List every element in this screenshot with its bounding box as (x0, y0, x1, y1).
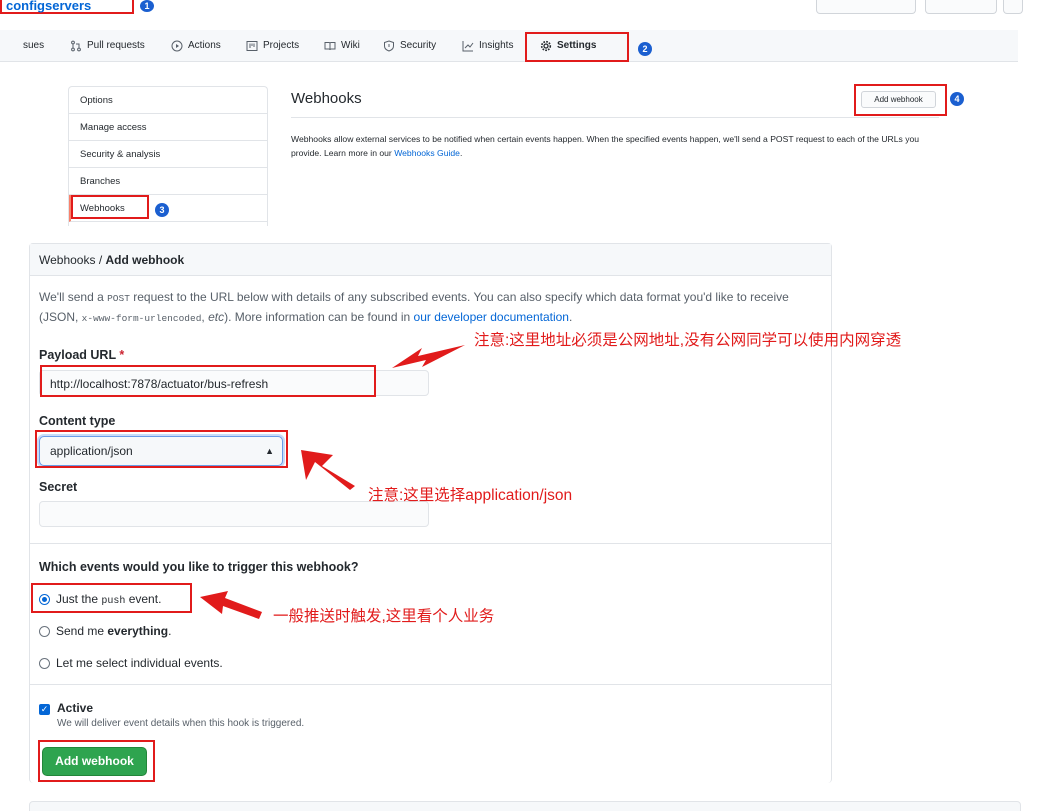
tab-insights[interactable]: Insights (462, 30, 513, 61)
payload-url-input[interactable]: http://localhost:7878/actuator/bus-refre… (39, 370, 429, 396)
tab-projects-label: Projects (263, 40, 300, 51)
payload-url-label-text: Payload URL (39, 348, 116, 362)
tab-pull-requests[interactable]: Pull requests (70, 30, 145, 61)
form-intro-text: We'll send a POST request to the URL bel… (39, 288, 824, 328)
annotation-note-content-type: 注意:这里选择application/json (368, 487, 573, 504)
developer-docs-link[interactable]: our developer documentation (414, 310, 569, 324)
tab-issues[interactable]: sues (23, 30, 44, 61)
intro-etc: etc (208, 310, 225, 324)
menu-item-security-analysis[interactable]: Security & analysis (69, 141, 267, 168)
webhooks-guide-link[interactable]: Webhooks Guide (394, 148, 460, 158)
intro-part-4: ). More information can be found in (224, 310, 414, 324)
event-everything-label: Send me everything. (56, 624, 171, 638)
play-icon (171, 40, 183, 51)
submit-add-webhook-button[interactable]: Add webhook (42, 747, 147, 776)
intro-part-5: . (568, 310, 573, 324)
event-push-code: push (101, 596, 126, 607)
webhooks-description: Webhooks allow external services to be n… (291, 132, 951, 160)
event-option-select[interactable]: Let me select individual events. (39, 656, 223, 670)
tab-security[interactable]: Security (383, 30, 436, 61)
breadcrumb-parent[interactable]: Webhooks / (39, 253, 105, 267)
active-note: We will deliver event details when this … (57, 718, 305, 729)
content-type-select[interactable]: application/json ▲ (39, 436, 283, 466)
active-checkbox[interactable]: ✓ (39, 704, 50, 715)
radio-select[interactable] (39, 657, 50, 669)
active-label: Active (57, 701, 94, 715)
radio-everything[interactable] (39, 625, 50, 637)
webhooks-title: Webhooks (291, 90, 362, 107)
book-icon (324, 41, 336, 50)
divider (30, 684, 831, 685)
secret-label: Secret (39, 480, 78, 494)
gear-icon (540, 40, 552, 51)
event-push-label: Just the push event. (56, 592, 161, 607)
webhooks-description-text: Webhooks allow external services to be n… (291, 134, 920, 158)
webhooks-description-end: . (459, 148, 463, 158)
repo-name-link[interactable]: configservers (0, 0, 134, 14)
tab-wiki-label: Wiki (341, 40, 360, 51)
shield-icon (384, 39, 394, 52)
fork-button[interactable] (1003, 0, 1023, 14)
annotation-note-event: 一般推送时触发,这里看个人业务 (273, 608, 495, 625)
pull-request-icon (71, 40, 81, 51)
event-select-label: Let me select individual events. (56, 656, 223, 670)
breadcrumb-current: Add webhook (105, 252, 185, 267)
settings-menu: Options Manage access Security & analysi… (68, 86, 268, 226)
step-badge-2: 2 (638, 42, 652, 56)
event-all-bold: everything (107, 624, 169, 638)
intro-post-code: POST (107, 293, 130, 304)
select-arrows-icon: ▲ (265, 446, 274, 456)
graph-icon (462, 40, 474, 51)
next-section-panel (29, 801, 1021, 811)
event-all-text-1: Send me (56, 624, 108, 638)
menu-item-manage-access[interactable]: Manage access (69, 114, 267, 141)
tab-wiki[interactable]: Wiki (324, 30, 360, 61)
tab-settings[interactable]: Settings (540, 30, 596, 61)
breadcrumb: Webhooks / Add webhook (30, 244, 831, 276)
star-button[interactable] (925, 0, 997, 14)
tab-insights-label: Insights (479, 40, 514, 51)
intro-format-code: x-www-form-urlencoded (81, 313, 202, 324)
annotation-note-url: 注意:这里地址必须是公网地址,没有公网同学可以使用内网穿透 (474, 332, 902, 349)
event-option-everything[interactable]: Send me everything. (39, 624, 171, 638)
tab-settings-label: Settings (557, 40, 597, 51)
tab-actions[interactable]: Actions (171, 30, 221, 61)
event-push-text-1: Just the (56, 592, 102, 606)
add-webhook-form: Webhooks / Add webhook We'll send a POST… (29, 243, 832, 783)
watch-button[interactable] (816, 0, 916, 14)
content-type-value: application/json (50, 444, 133, 458)
tab-pull-requests-label: Pull requests (87, 40, 145, 51)
radio-push[interactable] (39, 594, 50, 605)
intro-part-1: We'll send a (39, 290, 108, 304)
content-type-label: Content type (39, 414, 116, 428)
payload-url-label: Payload URL * (39, 348, 124, 362)
menu-item-options[interactable]: Options (69, 87, 267, 114)
step-badge-3: 3 (155, 203, 169, 217)
events-question: Which events would you like to trigger t… (39, 560, 359, 574)
tab-actions-label: Actions (188, 40, 221, 51)
divider (30, 543, 831, 544)
step-badge-4: 4 (950, 92, 964, 106)
menu-item-branches[interactable]: Branches (69, 168, 267, 195)
event-all-text-3: . (168, 624, 172, 638)
event-push-text-2: event. (125, 592, 162, 606)
event-option-push[interactable]: Just the push event. (39, 592, 161, 607)
tab-projects[interactable]: Projects (246, 30, 299, 61)
divider (291, 117, 939, 118)
tab-issues-label: sues (23, 40, 45, 51)
project-icon (246, 40, 258, 51)
step-badge-1: 1 (140, 0, 154, 12)
repo-nav: sues Pull requests Actions Projects Wiki… (0, 30, 1018, 62)
tab-security-label: Security (400, 40, 437, 51)
add-webhook-button[interactable]: Add webhook (861, 91, 936, 108)
required-marker: * (119, 348, 125, 362)
